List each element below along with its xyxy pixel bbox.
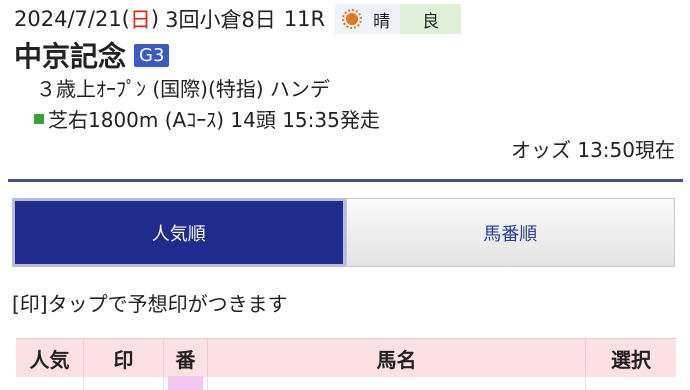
race-number: 11R xyxy=(283,7,326,31)
tab-popularity[interactable]: 人気順 xyxy=(12,198,346,267)
col-horse-name: 馬名 xyxy=(208,339,586,377)
race-title: 中京記念 G3 xyxy=(14,38,170,73)
race-name: 中京記念 xyxy=(14,40,127,73)
tab-horse-number-label: 馬番順 xyxy=(483,223,538,245)
tab-horse-number[interactable]: 馬番順 xyxy=(345,198,675,267)
weekday: 日 xyxy=(129,8,151,32)
course-text: 芝右1800m (Aｺｰｽ) 14頭 15:35発走 xyxy=(48,108,380,132)
tab-popularity-label: 人気順 xyxy=(151,223,206,245)
turf-square-icon xyxy=(34,113,44,124)
sun-icon xyxy=(341,8,363,30)
track-condition-badge: 良 xyxy=(400,4,462,34)
race-conditions: ３歳上ｵｰﾌﾟﾝ (国際)(特指) ハンデ xyxy=(36,77,330,101)
col-number: 番 xyxy=(164,339,208,377)
mark-hint: [印]タップで予想印がつきます xyxy=(12,292,288,316)
sort-tabs: 人気順 馬番順 xyxy=(12,198,675,267)
weather-label: 晴 xyxy=(373,11,391,32)
col-mark: 印 xyxy=(84,339,164,377)
course-info: 芝右1800m (Aｺｰｽ) 14頭 15:35発走 xyxy=(34,104,380,133)
col-select: 選択 xyxy=(611,347,651,372)
date-suffix: ) xyxy=(150,7,160,31)
divider xyxy=(8,179,683,182)
col-popularity: 人気 xyxy=(16,339,84,377)
weather-box: 晴 xyxy=(335,4,401,34)
meeting: 3回小倉8日 xyxy=(165,8,276,32)
odds-timestamp: オッズ 13:50現在 xyxy=(511,138,675,162)
track-condition-label: 良 xyxy=(422,11,440,32)
grade-badge: G3 xyxy=(134,43,170,67)
race-info-line: 2024/7/21(日) 3回小倉8日 11R 晴 良 xyxy=(14,3,462,35)
table-header: 人気 印 番 馬名 選択 xyxy=(16,338,676,377)
date-prefix: 2024/7/21( xyxy=(14,7,130,31)
